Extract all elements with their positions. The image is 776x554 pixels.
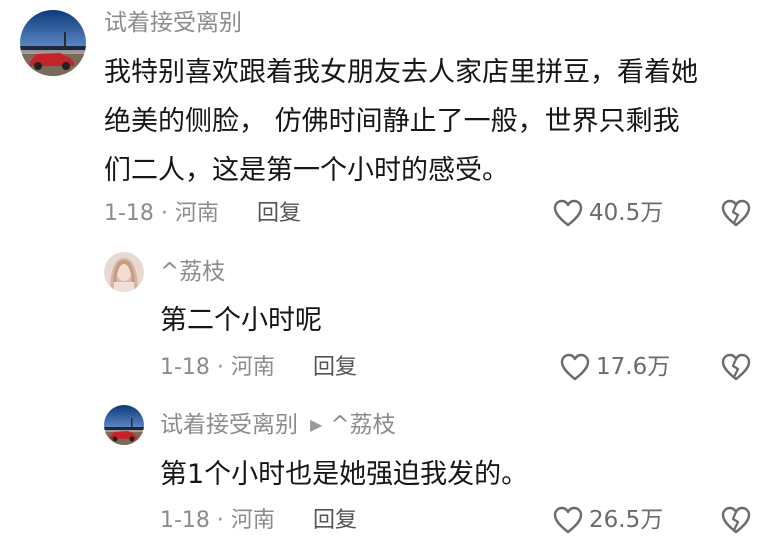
reply-text: 第1个小时也是她强迫我发的。 — [160, 459, 529, 490]
avatar-portrait-image — [104, 252, 144, 292]
dislike-button[interactable] — [721, 353, 751, 381]
avatar[interactable] — [104, 405, 144, 445]
reply-username[interactable]: ^荔枝 — [160, 257, 225, 287]
like-heart-icon — [553, 199, 583, 227]
dislike-broken-heart-icon — [721, 353, 751, 381]
like-button[interactable]: 26.5万 — [553, 505, 663, 535]
like-heart-icon — [553, 506, 583, 534]
reply-author[interactable]: 试着接受离别 — [160, 412, 298, 438]
avatar[interactable] — [104, 252, 144, 292]
reply-target[interactable]: ^荔枝 — [330, 412, 395, 438]
avatar-car-image — [104, 405, 144, 445]
comment-username[interactable]: 试着接受离别 — [104, 8, 242, 38]
avatar-car-image — [20, 10, 86, 76]
reply-button[interactable]: 回复 — [257, 199, 301, 229]
reply-button[interactable]: 回复 — [313, 506, 357, 536]
comment-text: 我特别喜欢跟着我女朋友去人家店里拼豆，看着她 绝美的侧脸， 仿佛时间静止了一般，… — [104, 57, 698, 186]
dislike-broken-heart-icon — [721, 506, 751, 534]
like-button[interactable]: 40.5万 — [553, 198, 663, 228]
comment-date-location: 1-18 · 河南 — [104, 201, 219, 226]
reply-text: 第二个小时呢 — [160, 305, 322, 336]
dislike-button[interactable] — [721, 199, 751, 227]
like-heart-icon — [560, 353, 590, 381]
reply-button[interactable]: 回复 — [313, 353, 357, 383]
dislike-button[interactable] — [721, 506, 751, 534]
like-count: 26.5万 — [589, 507, 664, 533]
reply-arrow-icon: ▶ — [310, 415, 323, 434]
reply-username: 试着接受离别 ▶ ^荔枝 — [160, 410, 396, 440]
like-count: 40.5万 — [589, 200, 664, 226]
reply-date-location: 1-18 · 河南 — [160, 508, 275, 533]
dislike-broken-heart-icon — [721, 199, 751, 227]
like-count: 17.6万 — [596, 354, 671, 380]
avatar[interactable] — [20, 10, 86, 76]
reply-date-location: 1-18 · 河南 — [160, 355, 275, 380]
like-button[interactable]: 17.6万 — [560, 352, 670, 382]
